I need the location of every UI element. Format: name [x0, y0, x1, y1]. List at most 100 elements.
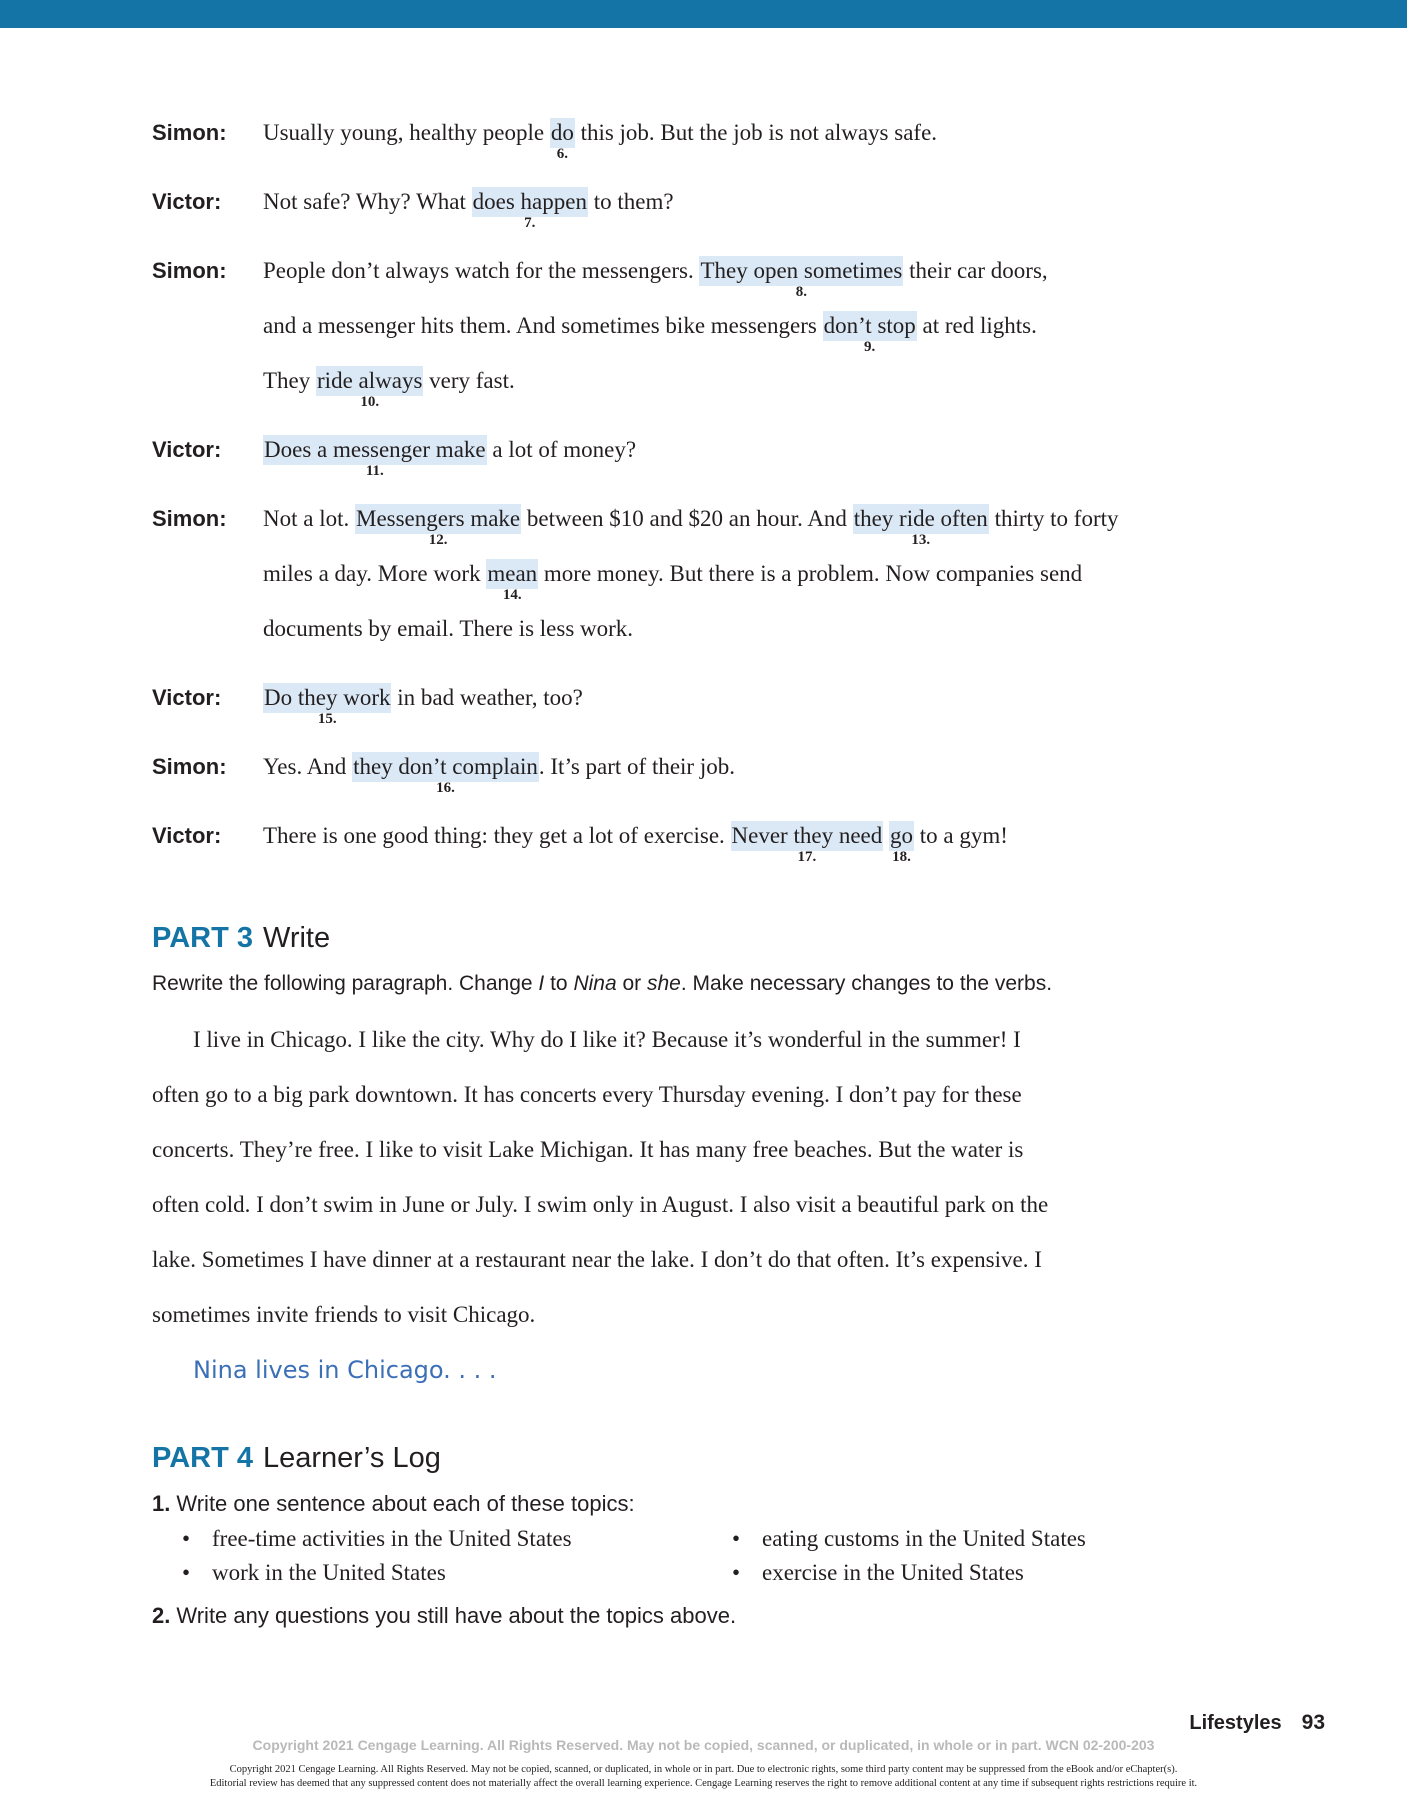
highlighted-text: they ride often [853, 506, 988, 531]
handwritten-answer: Nina lives in Chicago. . . . [193, 1356, 497, 1384]
item-number: 1. [152, 1491, 171, 1516]
copyright-line-2: Editorial review has deemed that any sup… [209, 1778, 1198, 1789]
item-number-label: 16. [436, 780, 455, 796]
log-item-1: 1. Write one sentence about each of these… [152, 1490, 635, 1518]
paragraph-line: I live in Chicago. I like the city. Why … [193, 1027, 1021, 1052]
dialogue-line: Usually young, healthy people do 6. this … [263, 118, 938, 162]
part4-heading: PART 4 Learner’s Log [152, 1440, 441, 1476]
dialogue-line: Not a lot. Messengers make 12. between $1… [263, 504, 1119, 548]
running-footer: Lifestyles 93 [1189, 1709, 1325, 1737]
highlighted-text: Never they need [731, 823, 883, 848]
dialogue-text: this job. But the job is not always safe… [574, 120, 938, 145]
part4-title: Learner’s Log [262, 1442, 441, 1474]
verb-error-highlight: go 18. [888, 821, 914, 865]
part4-number: PART 4 [152, 1442, 253, 1474]
highlighted-text: ride always [317, 368, 423, 393]
log-item-2: 2. Write any questions you still have abo… [152, 1602, 736, 1630]
highlighted-text: Messengers make [356, 506, 521, 531]
paragraph-line: concerts. They’re free. I like to visit … [152, 1137, 1024, 1162]
topic-bullet: • exercise in the United States [732, 1558, 1024, 1588]
topic-text: free-time activities in the United State… [212, 1526, 572, 1551]
dialogue-text: more money. But there is a problem. Now … [538, 561, 1083, 586]
paragraph-line: sometimes invite friends to visit Chicag… [152, 1302, 536, 1327]
verb-error-highlight: does happen 7. [471, 187, 588, 231]
item-number-label: 7. [524, 215, 536, 231]
speaker-label: Simon: [152, 120, 227, 145]
item-text: Write one sentence about each of these t… [176, 1491, 635, 1516]
part3-title: Write [262, 922, 331, 954]
instr-italic-nina: Nina [573, 972, 617, 995]
dialogue-text: at red lights. [916, 313, 1037, 338]
highlighted-text: they don’t complain [353, 754, 538, 779]
top-color-bar [0, 0, 1407, 28]
instr-text: . Make necessary changes to the verbs. [680, 972, 1053, 995]
copyright-watermark: Copyright 2021 Cengage Learning. All Rig… [252, 1737, 1155, 1753]
dialogue-text: in bad weather, too? [391, 685, 583, 710]
highlighted-text: go [889, 823, 913, 848]
highlighted-text: mean [487, 561, 538, 586]
dialogue-text: their car doors, [903, 258, 1048, 283]
verb-error-highlight: mean 14. [486, 559, 539, 603]
dialogue-line: Not safe? Why? What does happen 7. to the… [263, 187, 674, 231]
copyright-line-1: Copyright 2021 Cengage Learning. All Rig… [229, 1764, 1178, 1775]
highlighted-text: Do they work [264, 685, 391, 710]
verb-error-highlight: they ride often 13. [852, 504, 989, 548]
verb-error-highlight: they don’t complain 16. [352, 752, 539, 796]
section-name: Lifestyles [1189, 1712, 1282, 1734]
speaker-label: Simon: [152, 258, 227, 283]
highlighted-text: Does a messenger make [264, 437, 486, 462]
topic-text: exercise in the United States [762, 1560, 1024, 1585]
paragraph-line: lake. Sometimes I have dinner at a resta… [152, 1247, 1042, 1272]
dialogue-text: a lot of money? [486, 437, 637, 462]
item-text: Write any questions you still have about… [176, 1603, 737, 1628]
dialogue-text: Usually young, healthy people [263, 120, 550, 145]
bullet-dot: • [732, 1560, 741, 1585]
part3-number: PART 3 [152, 922, 253, 954]
dialogue-text: thirty to forty [988, 506, 1119, 531]
dialogue-line: Do they work 15. in bad weather, too? [263, 683, 583, 727]
dialogue-line: documents by email. There is less work. [263, 614, 633, 644]
instr-text: to [544, 972, 574, 995]
item-number-label: 8. [795, 284, 808, 300]
item-number-label: 10. [360, 394, 380, 410]
instr-italic-she: she [646, 972, 681, 995]
page-number: 93 [1301, 1711, 1325, 1734]
speaker-label: Simon: [152, 506, 227, 531]
dialogue-line: There is one good thing: they get a lot … [263, 821, 1008, 865]
item-number-label: 12. [428, 532, 448, 548]
item-number-label: 17. [797, 849, 817, 865]
item-number-label: 15. [317, 711, 337, 727]
dialogue-line: They ride always 10. very fast. [263, 366, 515, 410]
dialogue-line: miles a day. More work mean 14. more mone… [263, 559, 1083, 603]
speaker-label: Victor: [152, 189, 222, 214]
speaker-label: Simon: [152, 754, 227, 779]
item-number-label: 14. [502, 587, 522, 603]
dialogue-text: miles a day. More work [263, 561, 487, 586]
item-number-label: 9. [864, 339, 876, 355]
verb-error-highlight: Never they need 17. [730, 821, 884, 865]
verb-error-highlight: They open sometimes 8. [699, 256, 904, 300]
speaker-label: Victor: [152, 823, 222, 848]
highlighted-text: They open sometimes [700, 258, 903, 283]
dialogue-text: and a messenger hits them. And sometimes… [263, 313, 823, 338]
speaker-label: Victor: [152, 685, 222, 710]
dialogue-text: There is one good thing: they get a lot … [263, 823, 731, 848]
verb-error-highlight: Does a messenger make 11. [263, 435, 487, 479]
dialogue-text: . It’s part of their job. [538, 754, 735, 779]
topic-text: eating customs in the United States [762, 1526, 1086, 1551]
paragraph-line: often go to a big park downtown. It has … [152, 1082, 1022, 1107]
speaker-label: Victor: [152, 437, 222, 462]
topic-bullet: • work in the United States [182, 1558, 446, 1588]
bullet-dot: • [182, 1526, 191, 1551]
dialogue-text: to a gym! [913, 823, 1008, 848]
verb-error-highlight: ride always 10. [316, 366, 424, 410]
dialogue-text: They [263, 368, 317, 393]
bullet-dot: • [182, 1560, 191, 1585]
dialogue-line: Yes. And they don’t complain 16.. It’s pa… [263, 752, 735, 796]
dialogue-line: Does a messenger make 11. a lot of money? [263, 435, 637, 479]
item-number-label: 18. [892, 849, 911, 865]
item-number: 2. [152, 1603, 171, 1628]
verb-error-highlight: Do they work 15. [263, 683, 392, 727]
dialogue-text: Yes. And [263, 754, 353, 779]
dialogue-text: to them? [587, 189, 674, 214]
